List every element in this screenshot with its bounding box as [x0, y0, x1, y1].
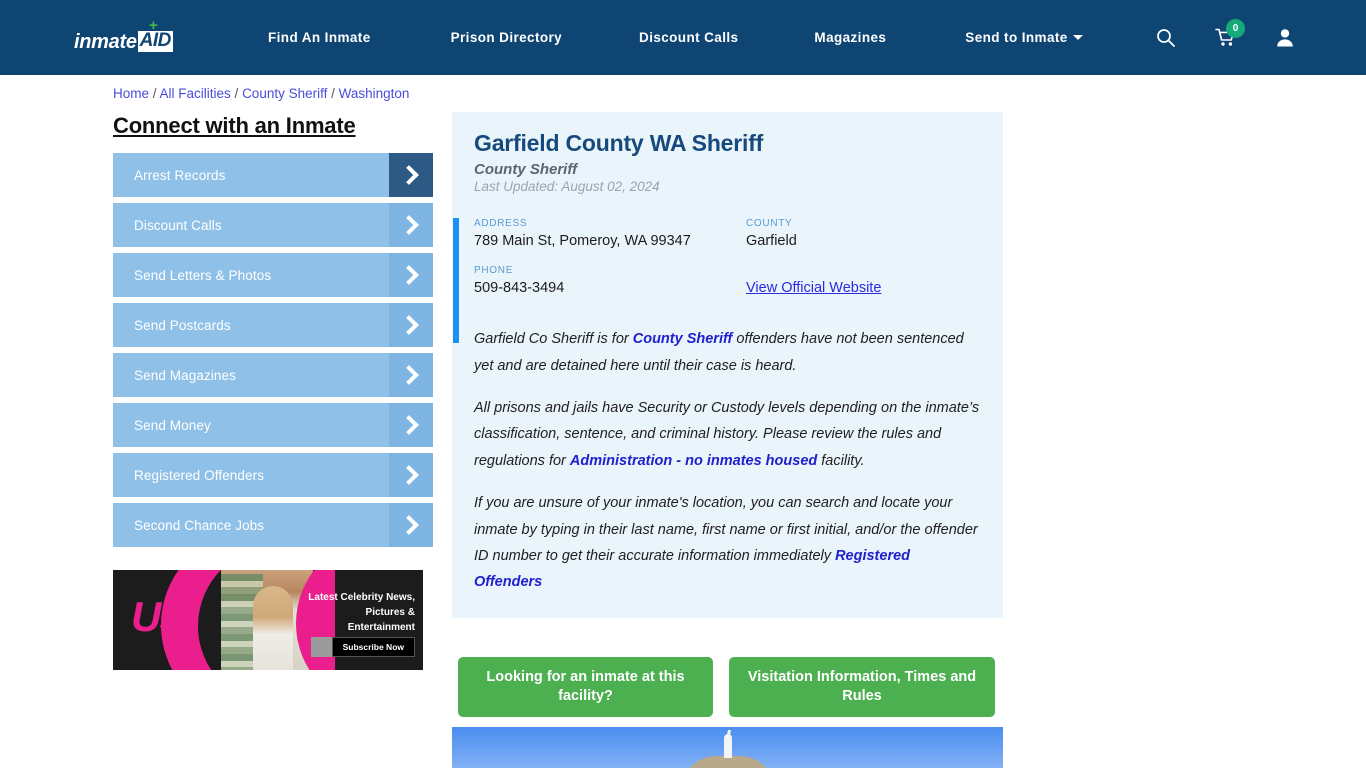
sidebar-item-label: Send Money	[134, 417, 211, 433]
chevron-right-icon	[389, 303, 433, 347]
cta-button-row: Looking for an inmate at this facility? …	[458, 657, 995, 717]
sidebar-item-label: Second Chance Jobs	[134, 517, 265, 533]
plus-icon: +	[149, 17, 158, 34]
header-icon-group: 0	[1156, 0, 1294, 75]
desc-p2-text-b: facility.	[817, 452, 865, 469]
nav-item-prison-directory[interactable]: Prison Directory	[451, 30, 562, 45]
find-inmate-at-facility-button[interactable]: Looking for an inmate at this facility?	[458, 657, 713, 717]
user-icon[interactable]	[1276, 28, 1294, 47]
site-header: inmate AID + Find An Inmate Prison Direc…	[0, 0, 1366, 75]
visitation-information-button[interactable]: Visitation Information, Times and Rules	[729, 657, 995, 717]
nav-item-send-to-inmate-label: Send to Inmate	[965, 30, 1068, 45]
sidebar-item-arrest-records[interactable]: Arrest Records	[113, 153, 433, 197]
county-value: Garfield	[746, 232, 797, 249]
description-paragraph-1: Garfield Co Sheriff is for County Sherif…	[474, 326, 981, 379]
phone-field: PHONE 509-843-3494	[474, 265, 746, 298]
phone-value: 509-843-3494	[474, 280, 565, 297]
breadcrumb-separator: /	[149, 86, 160, 101]
chevron-right-icon	[389, 153, 433, 197]
sidebar: Connect with an Inmate Arrest Records Di…	[113, 113, 433, 553]
chevron-right-icon	[389, 503, 433, 547]
ad-headline: Latest Celebrity News, Pictures & Entert…	[308, 592, 415, 633]
chevron-right-icon	[389, 203, 433, 247]
ad-brand-sublabel: WEEKLY	[166, 600, 200, 606]
description-paragraph-3: If you are unsure of your inmate's locat…	[474, 490, 981, 596]
nav-item-discount-calls[interactable]: Discount Calls	[639, 30, 738, 45]
nav-item-magazines[interactable]: Magazines	[814, 30, 886, 45]
description-paragraph-2: All prisons and jails have Security or C…	[474, 395, 981, 474]
nav-item-find-an-inmate[interactable]: Find An Inmate	[268, 30, 371, 45]
page-title: Garfield County WA Sheriff	[474, 130, 764, 156]
facility-last-updated: Last Updated: August 02, 2024	[474, 178, 660, 194]
sidebar-item-send-magazines[interactable]: Send Magazines	[113, 353, 433, 397]
facility-type: County Sheriff	[474, 160, 578, 178]
sidebar-item-label: Send Letters & Photos	[134, 267, 272, 283]
breadcrumb-item-all-facilities[interactable]: All Facilities	[160, 86, 231, 101]
sidebar-item-discount-calls[interactable]: Discount Calls	[113, 203, 433, 247]
search-icon[interactable]	[1156, 28, 1175, 47]
ad-subscribe-button[interactable]: Subscribe Now	[331, 637, 415, 657]
chevron-down-icon	[1072, 35, 1083, 40]
address-field: ADDRESS 789 Main St, Pomeroy, WA 99347	[474, 218, 746, 251]
phone-label: PHONE	[474, 265, 514, 277]
chevron-right-icon	[389, 453, 433, 497]
nav-item-send-to-inmate[interactable]: Send to Inmate	[965, 30, 1083, 45]
sidebar-item-label: Arrest Records	[134, 167, 226, 183]
sidebar-item-send-postcards[interactable]: Send Postcards	[113, 303, 433, 347]
breadcrumb-separator: /	[327, 86, 339, 101]
county-field: COUNTY Garfield	[746, 218, 1003, 251]
advertisement-banner[interactable]: Us WEEKLY Latest Celebrity News, Picture…	[113, 570, 423, 670]
facility-description: Garfield Co Sheriff is for County Sherif…	[452, 314, 1003, 617]
chevron-right-icon	[389, 353, 433, 397]
desc-p2-link[interactable]: Administration - no inmates housed	[570, 453, 817, 469]
address-label: ADDRESS	[474, 217, 528, 229]
cart-count-badge: 0	[1226, 19, 1245, 38]
breadcrumb: Home / All Facilities / County Sheriff /…	[113, 86, 409, 101]
sidebar-title: Connect with an Inmate	[113, 113, 356, 138]
facility-panel: Garfield County WA Sheriff County Sherif…	[452, 112, 1003, 618]
sidebar-item-label: Registered Offenders	[134, 467, 265, 483]
logo-wordmark: inmate	[74, 31, 137, 53]
breadcrumb-separator: /	[230, 86, 243, 101]
facility-hero-photo	[452, 727, 1003, 768]
breadcrumb-item-home[interactable]: Home	[113, 86, 149, 101]
chevron-right-icon	[389, 403, 433, 447]
sidebar-item-send-money[interactable]: Send Money	[113, 403, 433, 447]
facility-info-block: ADDRESS 789 Main St, Pomeroy, WA 99347 C…	[452, 217, 1003, 343]
accent-bar	[453, 217, 459, 343]
sidebar-item-label: Discount Calls	[134, 217, 222, 233]
breadcrumb-item-county-sheriff[interactable]: County Sheriff	[242, 86, 327, 101]
breadcrumb-item-washington[interactable]: Washington	[339, 86, 410, 101]
site-logo[interactable]: inmate AID +	[74, 18, 173, 53]
official-website-field: View Official Website	[746, 265, 1003, 298]
desc-p1-link[interactable]: County Sheriff	[633, 331, 733, 347]
county-label: COUNTY	[746, 217, 793, 229]
sidebar-item-send-letters-photos[interactable]: Send Letters & Photos	[113, 253, 433, 297]
address-value: 789 Main St, Pomeroy, WA 99347	[474, 232, 691, 249]
main-navigation: Find An Inmate Prison Directory Discount…	[268, 0, 1083, 75]
logo-badge: AID	[137, 30, 173, 52]
sidebar-item-label: Send Magazines	[134, 367, 236, 383]
cart-icon[interactable]: 0	[1215, 19, 1245, 47]
chevron-right-icon	[389, 253, 433, 297]
sidebar-item-registered-offenders[interactable]: Registered Offenders	[113, 453, 433, 497]
sidebar-item-label: Send Postcards	[134, 317, 231, 333]
view-official-website-link[interactable]: View Official Website	[746, 280, 881, 296]
facility-header: Garfield County WA Sheriff County Sherif…	[452, 112, 1003, 194]
desc-p1-text-a: Garfield Co Sheriff is for	[474, 331, 633, 348]
sidebar-item-second-chance-jobs[interactable]: Second Chance Jobs	[113, 503, 433, 547]
